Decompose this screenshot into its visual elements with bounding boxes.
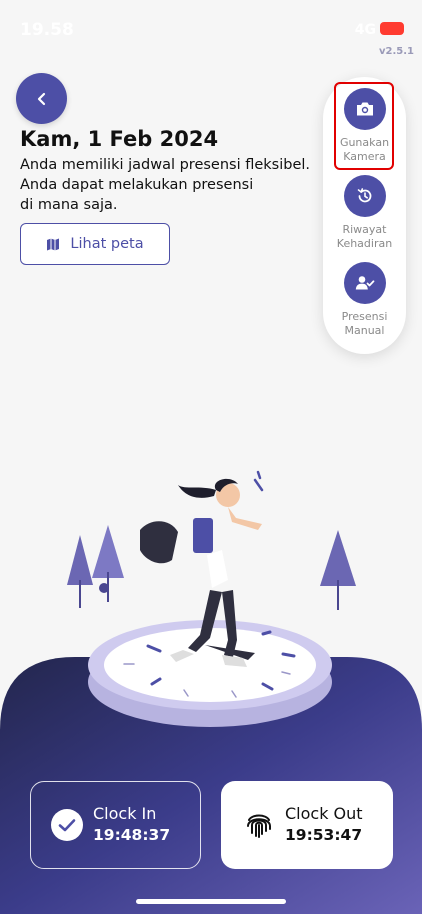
schedule-description: Anda memiliki jadwal presensi fleksibel.… (20, 155, 310, 215)
description-line: Anda dapat melakukan presensi (20, 177, 254, 193)
manual-attendance-button[interactable]: Presensi Manual (323, 262, 406, 338)
attendance-history-label: Kehadiran (336, 237, 393, 250)
clock-in-time: 19:48:37 (93, 826, 171, 844)
check-circle-icon (51, 809, 83, 841)
status-time: 19.58 (20, 20, 74, 40)
map-icon (47, 238, 60, 250)
manual-attendance-label: Manual (344, 324, 385, 337)
home-indicator (136, 899, 286, 904)
clock-out-card[interactable]: Clock Out 19:53:47 (221, 781, 393, 869)
attendance-history-label: Riwayat (342, 223, 387, 236)
app-version: v2.5.1 (379, 46, 414, 57)
status-bar: 19.58 4G (0, 0, 422, 44)
user-check-icon (355, 276, 374, 290)
battery-icon (380, 22, 404, 35)
description-line: Anda memiliki jadwal presensi fleksibel. (20, 157, 311, 173)
fingerprint-icon (247, 814, 271, 838)
description-line: di mana saja. (20, 197, 118, 213)
running-clock-illustration (67, 470, 356, 727)
manual-attendance-label: Presensi (341, 310, 388, 323)
clock-out-label: Clock Out (285, 804, 363, 823)
camera-highlight-box (334, 82, 394, 170)
page-title-date: Kam, 1 Feb 2024 (20, 127, 219, 151)
clock-in-card[interactable]: Clock In 19:48:37 (30, 781, 201, 869)
view-map-label: Lihat peta (70, 236, 144, 252)
history-icon (357, 188, 371, 203)
chevron-left-icon (37, 92, 45, 105)
clock-in-label: Clock In (93, 804, 157, 823)
attendance-history-button[interactable]: Riwayat Kehadiran (323, 175, 406, 251)
view-map-button[interactable]: Lihat peta (20, 223, 170, 265)
network-indicator: 4G (354, 22, 376, 38)
clock-out-time: 19:53:47 (285, 826, 363, 844)
tree-illustration (320, 530, 356, 610)
back-button[interactable] (16, 73, 67, 124)
tree-illustration (67, 525, 124, 608)
